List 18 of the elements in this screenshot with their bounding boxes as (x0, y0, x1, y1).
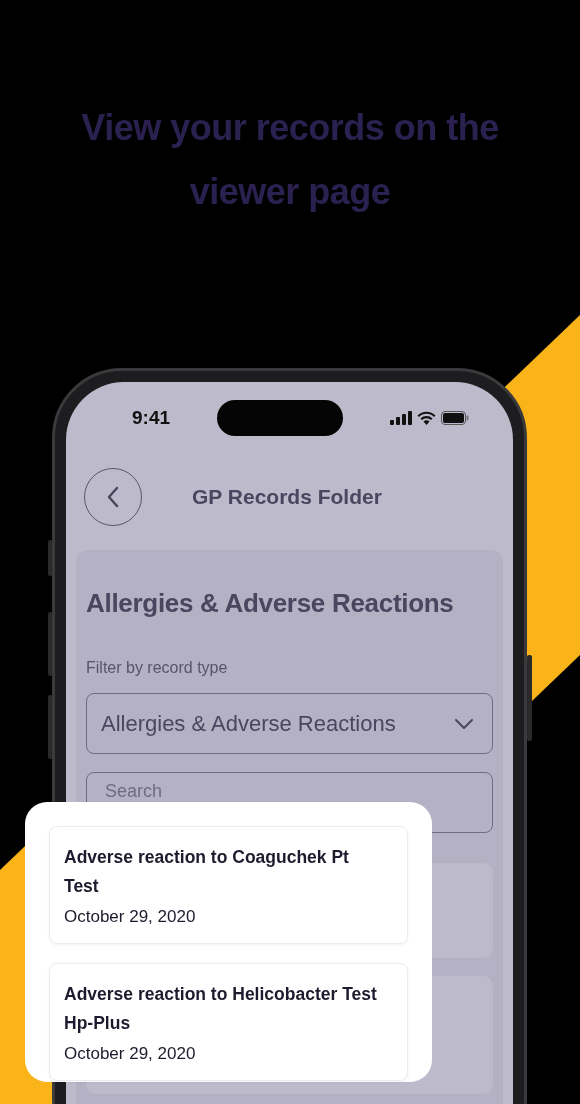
headline-text: View your records on the (80, 106, 500, 150)
battery-icon (441, 411, 469, 425)
headline-text: viewer page (188, 170, 392, 214)
signal-icon (390, 411, 412, 425)
record-card[interactable]: Adverse reaction to Coaguchek Pt Test October 29, 2020 (49, 826, 408, 944)
record-date: October 29, 2020 (64, 906, 197, 928)
chevron-down-icon (454, 717, 474, 730)
record-card[interactable]: Adverse reaction to Helicobacter Test Hp-Plus October 29, 2020 (49, 963, 408, 1081)
status-time: 9:41 (132, 407, 171, 429)
screen-title: GP Records Folder (192, 485, 382, 509)
record-title: Adverse reaction to Helicobacter Test Hp-Plus (64, 983, 377, 1035)
section-title: Allergies & Adverse Reactions (86, 588, 455, 619)
filter-label: Filter by record type (86, 659, 229, 677)
record-type-dropdown[interactable]: Allergies & Adverse Reactions (86, 693, 493, 754)
record-title: Adverse reaction to Coaguchek Pt Test (64, 846, 350, 898)
record-date: October 29, 2020 (64, 1043, 197, 1065)
wifi-icon (417, 411, 436, 425)
chevron-left-icon (106, 485, 120, 509)
